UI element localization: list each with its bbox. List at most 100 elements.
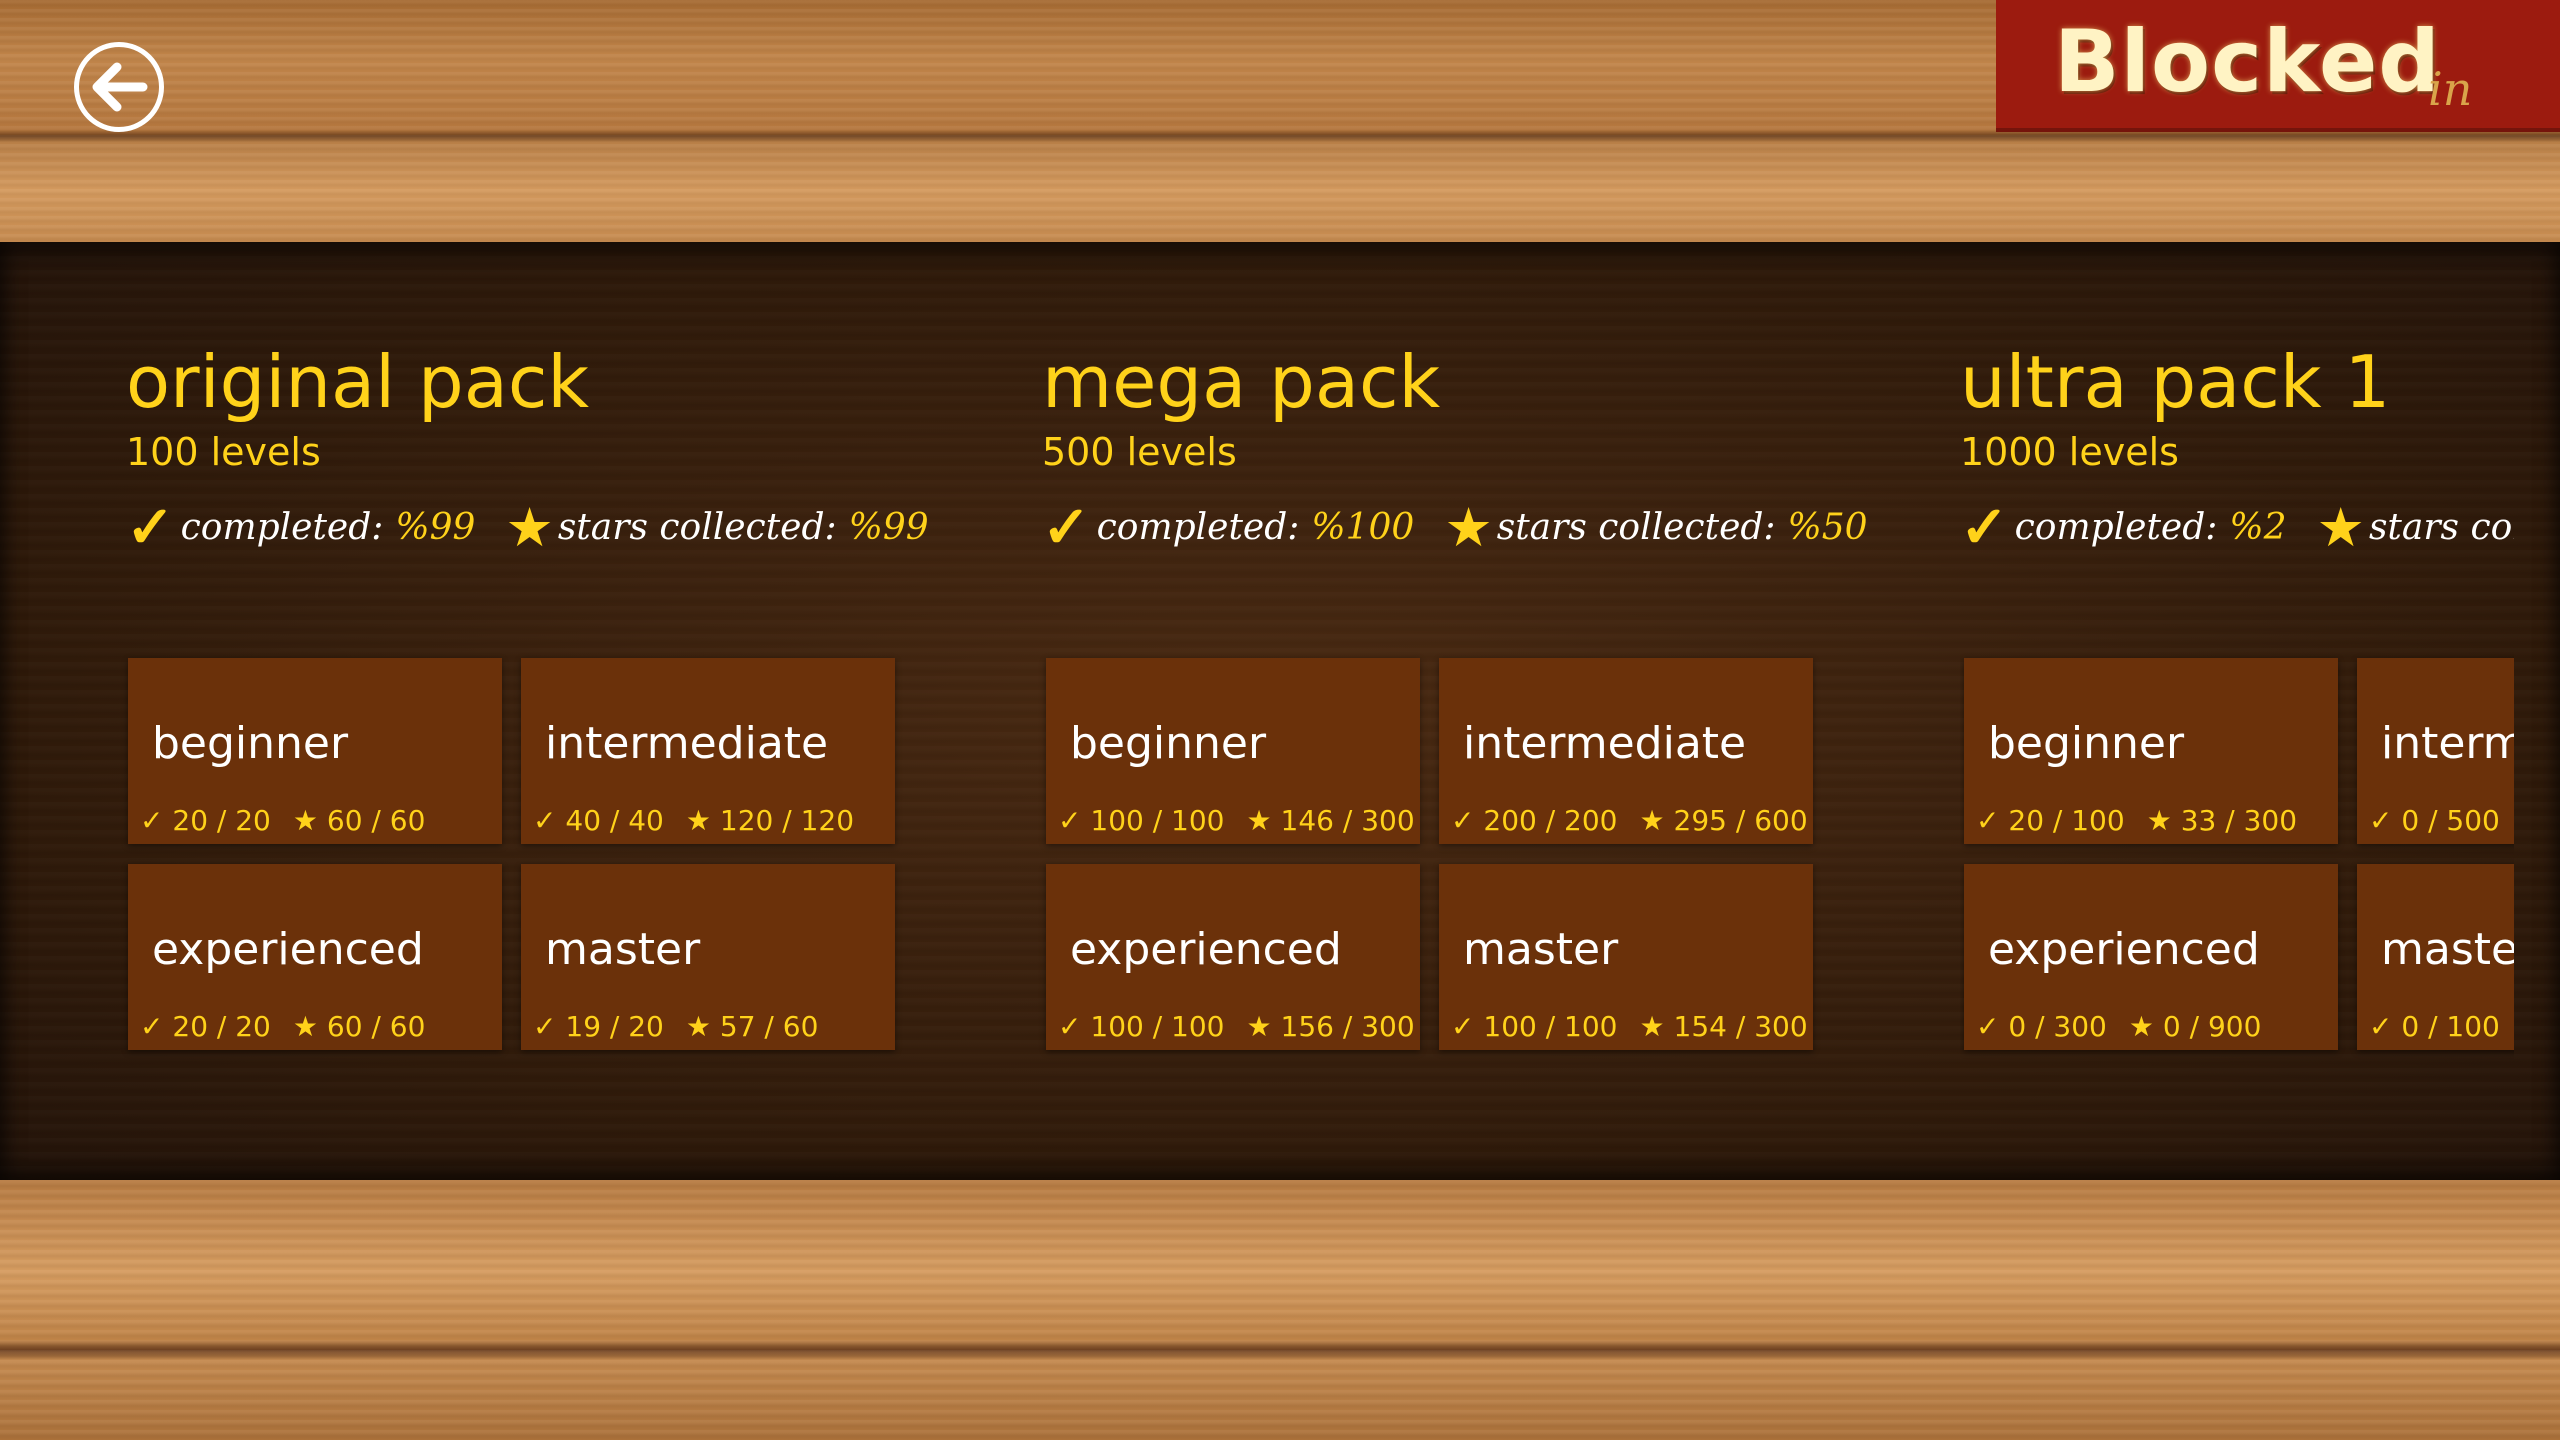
tile-stats: ✓ 0 / 300 ★ 0 / 900 xyxy=(1976,1010,2261,1043)
tile-name: master xyxy=(2381,924,2514,975)
star-icon: ★ xyxy=(2146,804,2181,837)
star-icon: ★ xyxy=(2128,1010,2163,1043)
tile-done: 19 / 20 xyxy=(565,1010,664,1043)
check-icon: ✓ xyxy=(2369,1010,2402,1043)
level-tile-experienced[interactable]: experienced ✓ 20 / 20 ★ 60 / 60 xyxy=(128,864,502,1050)
tile-name: intermediate xyxy=(1463,718,1747,769)
level-tile-intermediate[interactable]: intermediate ✓ 40 / 40 ★ 120 / 120 xyxy=(521,658,895,844)
tile-stats: ✓ 100 / 100 ★ 156 / 300 xyxy=(1058,1010,1415,1043)
tile-stats: ✓ 20 / 20 ★ 60 / 60 xyxy=(140,804,425,837)
tile-name: experienced xyxy=(152,924,424,975)
pack-title: mega pack xyxy=(1042,340,1441,424)
tile-name: beginner xyxy=(1070,718,1267,769)
level-tile-intermediate[interactable]: interm ✓ 0 / 500 xyxy=(2357,658,2514,844)
check-icon: ✓ xyxy=(1976,1010,2009,1043)
check-icon: ✓ xyxy=(1451,804,1484,837)
level-tile-master[interactable]: master ✓ 100 / 100 ★ 154 / 300 xyxy=(1439,864,1813,1050)
check-icon: ✓ xyxy=(1042,493,1091,561)
stars-label: stars collected: xyxy=(557,506,837,548)
star-icon: ★ xyxy=(292,1010,327,1043)
tile-name: intermediate xyxy=(545,718,829,769)
pack-stats: ✓ completed: %99 ★ stars collected: %99 xyxy=(126,493,929,561)
check-icon: ✓ xyxy=(1976,804,2009,837)
level-tile-master[interactable]: master ✓ 0 / 100 xyxy=(2357,864,2514,1050)
tile-stars: 0 / 900 xyxy=(2162,1010,2262,1043)
tile-stars: 57 / 60 xyxy=(719,1010,819,1043)
arrow-left-icon xyxy=(92,62,148,112)
pack-levels: 100 levels xyxy=(126,430,321,474)
pack-stats: ✓ completed: %2 ★ stars collected: xyxy=(1960,493,2514,561)
check-icon: ✓ xyxy=(533,1010,566,1043)
tile-done: 0 / 300 xyxy=(2008,1010,2107,1043)
pack-mega: mega pack 500 levels ✓ completed: %100 ★… xyxy=(1042,340,1942,1060)
star-icon: ★ xyxy=(685,1010,720,1043)
tile-stats: ✓ 20 / 100 ★ 33 / 300 xyxy=(1976,804,2297,837)
tile-stats: ✓ 100 / 100 ★ 154 / 300 xyxy=(1451,1010,1808,1043)
completed-label: completed: xyxy=(180,506,384,548)
level-tile-beginner[interactable]: beginner ✓ 20 / 100 ★ 33 / 300 xyxy=(1964,658,2338,844)
tile-done: 20 / 100 xyxy=(2008,804,2125,837)
tile-stars: 146 / 300 xyxy=(1280,804,1415,837)
check-icon: ✓ xyxy=(140,804,173,837)
tile-done: 20 / 20 xyxy=(172,1010,271,1043)
tile-done: 20 / 20 xyxy=(172,804,271,837)
tile-stars: 60 / 60 xyxy=(326,1010,426,1043)
tile-stats: ✓ 100 / 100 ★ 146 / 300 xyxy=(1058,804,1415,837)
pack-original: original pack 100 levels ✓ completed: %9… xyxy=(126,340,1026,1060)
level-tile-beginner[interactable]: beginner ✓ 100 / 100 ★ 146 / 300 xyxy=(1046,658,1420,844)
level-tile-experienced[interactable]: experienced ✓ 100 / 100 ★ 156 / 300 xyxy=(1046,864,1420,1050)
pack-title: ultra pack 1 xyxy=(1960,340,2391,424)
tile-name: experienced xyxy=(1070,924,1342,975)
level-tile-intermediate[interactable]: intermediate ✓ 200 / 200 ★ 295 / 600 xyxy=(1439,658,1813,844)
game-logo: Blocked in xyxy=(1996,0,2560,132)
tile-done: 100 / 100 xyxy=(1090,804,1225,837)
star-icon: ★ xyxy=(685,804,720,837)
tile-name: beginner xyxy=(1988,718,2185,769)
tile-stats: ✓ 20 / 20 ★ 60 / 60 xyxy=(140,1010,425,1043)
star-icon: ★ xyxy=(1444,495,1493,559)
pack-stats: ✓ completed: %100 ★ stars collected: %50 xyxy=(1042,493,1868,561)
tile-stars: 120 / 120 xyxy=(719,804,855,837)
tile-done: 0 / 100 xyxy=(2401,1010,2500,1043)
tile-stars: 33 / 300 xyxy=(2180,804,2298,837)
tile-stats: ✓ 0 / 100 xyxy=(2369,1010,2500,1043)
check-icon: ✓ xyxy=(2369,804,2402,837)
check-icon: ✓ xyxy=(1058,804,1091,837)
logo-title: Blocked xyxy=(2054,12,2441,112)
star-icon: ★ xyxy=(1246,804,1281,837)
tile-name: beginner xyxy=(152,718,349,769)
tile-stars: 154 / 300 xyxy=(1673,1010,1808,1043)
star-icon: ★ xyxy=(292,804,327,837)
star-icon: ★ xyxy=(1639,1010,1674,1043)
star-icon: ★ xyxy=(1639,804,1674,837)
completed-label: completed: xyxy=(1096,506,1300,548)
tile-stats: ✓ 19 / 20 ★ 57 / 60 xyxy=(533,1010,818,1043)
star-icon: ★ xyxy=(2316,495,2365,559)
check-icon: ✓ xyxy=(140,1010,173,1043)
back-button[interactable] xyxy=(74,42,164,132)
tile-done: 100 / 100 xyxy=(1483,1010,1618,1043)
level-tile-beginner[interactable]: beginner ✓ 20 / 20 ★ 60 / 60 xyxy=(128,658,502,844)
stars-label: stars collected: xyxy=(2368,506,2514,548)
tile-name: master xyxy=(1463,924,1619,975)
tile-done: 200 / 200 xyxy=(1483,804,1618,837)
pack-ultra: ultra pack 1 1000 levels ✓ completed: %2… xyxy=(1960,340,2514,1060)
star-icon: ★ xyxy=(505,495,554,559)
pack-title: original pack xyxy=(126,340,590,424)
stars-value: %99 xyxy=(848,506,929,548)
level-tile-master[interactable]: master ✓ 19 / 20 ★ 57 / 60 xyxy=(521,864,895,1050)
tile-name: interm xyxy=(2381,718,2514,769)
check-icon: ✓ xyxy=(1451,1010,1484,1043)
pack-levels: 500 levels xyxy=(1042,430,1237,474)
star-icon: ★ xyxy=(1246,1010,1281,1043)
wood-bottom-panel xyxy=(0,1180,2560,1440)
completed-value: %100 xyxy=(1311,506,1415,548)
tile-name: master xyxy=(545,924,701,975)
tile-done: 0 / 500 xyxy=(2401,804,2500,837)
stars-value: %50 xyxy=(1787,506,1868,548)
level-tile-experienced[interactable]: experienced ✓ 0 / 300 ★ 0 / 900 xyxy=(1964,864,2338,1050)
tile-stats: ✓ 200 / 200 ★ 295 / 600 xyxy=(1451,804,1808,837)
tile-done: 40 / 40 xyxy=(565,804,664,837)
tile-done: 100 / 100 xyxy=(1090,1010,1225,1043)
tile-name: experienced xyxy=(1988,924,2260,975)
